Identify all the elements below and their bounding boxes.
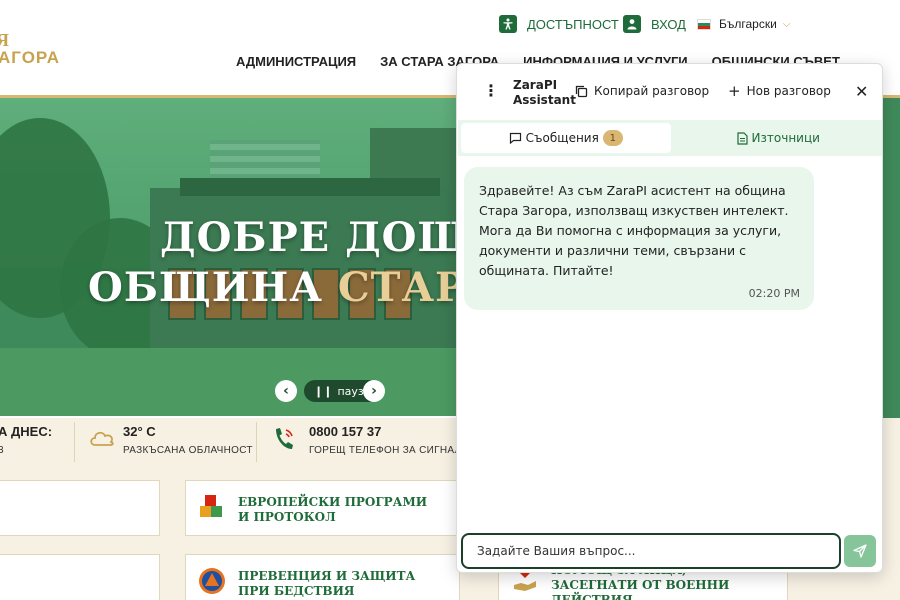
tab-messages[interactable]: Съобщения 1 xyxy=(461,123,671,153)
card-title-disaster-prevention: ПРЕВЕНЦИЯ И ЗАЩИТА ПРИ БЕДСТВИЯ xyxy=(238,569,416,598)
chevron-left-icon: ‹ xyxy=(275,380,297,402)
hotline-cell[interactable]: 0800 157 37 ГОРЕЩ ТЕЛЕФОН ЗА СИГНАЛИ xyxy=(309,424,469,456)
site-logo-text[interactable]: АГОРА xyxy=(0,48,60,68)
copy-conversation-label: Копирай разговор xyxy=(594,84,710,98)
accessibility-link[interactable]: ДОСТЪПНОСТ xyxy=(499,12,619,36)
chat-header: ⋮ ZaraPI Assistant Копирай разговор + Но… xyxy=(457,64,882,120)
weather-cell: 32° C РАЗКЪСАНА ОБЛАЧНОСТ xyxy=(123,424,253,456)
chat-icon xyxy=(509,132,521,144)
send-icon xyxy=(853,544,867,558)
copy-conversation-button[interactable]: Копирай разговор xyxy=(575,84,709,98)
pause-icon: ❙❙ xyxy=(314,384,333,398)
assistant-message-bubble: Здравейте! Аз съм ZaraPI асистент на общ… xyxy=(464,167,814,310)
nav-item-administration[interactable]: АДМИНИСТРАЦИЯ xyxy=(236,54,356,69)
chat-input-wrapper xyxy=(461,533,841,569)
today-label: А ДНЕС: xyxy=(0,424,53,439)
kebab-menu-icon[interactable]: ⋮ xyxy=(483,83,499,99)
hotline-desc: ГОРЕЩ ТЕЛЕФОН ЗА СИГНАЛИ xyxy=(309,445,469,456)
chat-assistant-panel: ⋮ ZaraPI Assistant Копирай разговор + Но… xyxy=(456,63,883,573)
user-icon xyxy=(623,15,641,33)
card-title-eu-programs: ЕВРОПЕЙСКИ ПРОГРАМИ И ПРОТОКОЛ xyxy=(238,495,428,524)
chevron-down-icon: ⌵ xyxy=(782,18,791,30)
service-card[interactable] xyxy=(0,554,160,600)
message-timestamp: 02:20 PM xyxy=(748,287,800,300)
weather-desc: РАЗКЪСАНА ОБЛАЧНОСТ xyxy=(123,445,253,456)
close-icon[interactable]: ✕ xyxy=(855,82,868,101)
tab-sources-label: Източници xyxy=(751,131,820,145)
accessibility-label: ДОСТЪПНОСТ xyxy=(527,16,619,32)
assistant-name: ZaraPI Assistant xyxy=(513,78,576,107)
hero-right-edge xyxy=(882,98,900,468)
civil-defense-icon xyxy=(198,567,226,599)
new-conversation-button[interactable]: + Нов разговор xyxy=(728,82,831,100)
info-divider xyxy=(256,422,257,462)
flag-bulgaria-icon xyxy=(697,18,711,30)
tab-messages-label: Съобщения xyxy=(525,131,599,145)
slider-next-button[interactable]: › xyxy=(363,380,385,402)
login-link[interactable]: ВХОД xyxy=(623,12,686,36)
service-card[interactable] xyxy=(0,480,160,536)
send-button[interactable] xyxy=(844,535,876,567)
document-icon xyxy=(736,131,748,145)
chat-tabs: Съобщения 1 Източници xyxy=(458,120,883,156)
service-card-eu-programs[interactable]: ЕВРОПЕЙСКИ ПРОГРАМИ И ПРОТОКОЛ xyxy=(185,480,460,536)
weather-value: 32° C xyxy=(123,424,156,439)
today-cell: А ДНЕС: 3 xyxy=(0,424,52,456)
language-label: Български xyxy=(719,17,777,31)
slider-prev-button[interactable]: ‹ xyxy=(275,380,297,402)
hotline-value: 0800 157 37 xyxy=(309,424,382,439)
messages-count-badge: 1 xyxy=(602,130,623,146)
cubes-icon xyxy=(198,493,226,525)
service-card-disaster-prevention[interactable]: ПРЕВЕНЦИЯ И ЗАЩИТА ПРИ БЕДСТВИЯ xyxy=(185,554,460,600)
chevron-right-icon: › xyxy=(363,380,385,402)
cloud-icon xyxy=(88,428,116,453)
today-sub: 3 xyxy=(0,445,4,456)
language-selector[interactable]: Български ⌵ xyxy=(697,12,790,36)
accessibility-icon xyxy=(499,15,517,33)
phone-icon xyxy=(272,426,296,457)
assistant-message-text: Здравейте! Аз съм ZaraPI асистент на общ… xyxy=(479,183,789,278)
info-divider xyxy=(74,422,75,462)
login-label: ВХОД xyxy=(651,16,686,32)
new-conversation-label: Нов разговор xyxy=(746,84,831,98)
hero-title-white: ОБЩИНА xyxy=(88,264,338,311)
tab-sources[interactable]: Източници xyxy=(674,120,883,156)
plus-icon: + xyxy=(728,82,741,100)
chat-input[interactable] xyxy=(463,535,839,567)
copy-icon xyxy=(575,85,588,97)
